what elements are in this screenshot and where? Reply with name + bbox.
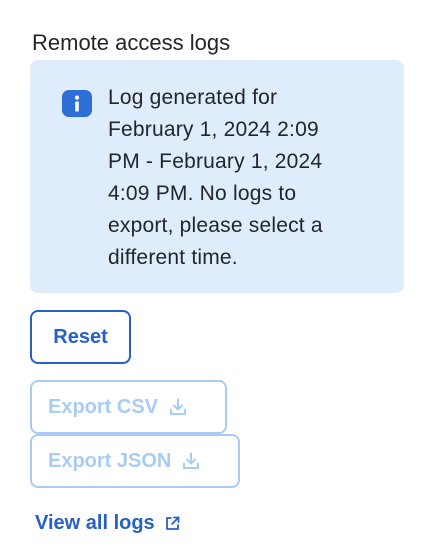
info-message: Log generated for February 1, 2024 2:09 … — [108, 82, 398, 274]
export-csv-button[interactable]: Export CSV — [30, 380, 227, 434]
view-all-logs-link[interactable]: View all logs — [35, 509, 181, 537]
external-link-icon — [164, 515, 181, 532]
info-alert: Log generated for February 1, 2024 2:09 … — [30, 60, 404, 293]
info-message-line: Log generated for — [108, 86, 278, 109]
info-message-line: February 1, 2024 2:09 — [108, 118, 319, 141]
reset-button[interactable]: Reset — [30, 310, 131, 364]
reset-button-label: Reset — [53, 325, 108, 348]
export-json-label: Export JSON — [48, 449, 172, 472]
download-icon — [181, 451, 201, 471]
export-csv-label: Export CSV — [48, 395, 159, 418]
view-all-logs-label: View all logs — [35, 512, 155, 534]
info-message-line: export, please select a — [108, 214, 323, 237]
info-message-line: 4:09 PM. No logs to — [108, 182, 297, 205]
info-icon-glyph — [74, 95, 80, 112]
section-title: Remote access logs — [32, 30, 231, 55]
info-message-line: different time. — [108, 246, 238, 269]
export-json-button[interactable]: Export JSON — [30, 434, 240, 488]
info-message-line: PM - February 1, 2024 — [108, 150, 323, 173]
info-icon — [62, 90, 92, 117]
download-icon — [168, 397, 188, 417]
